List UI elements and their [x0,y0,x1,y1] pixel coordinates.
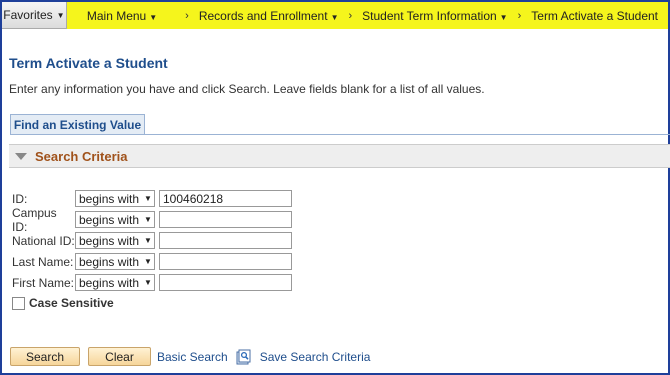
id-input[interactable] [159,190,292,207]
save-search-criteria-link[interactable]: Save Search Criteria [260,350,371,364]
basic-search-link[interactable]: Basic Search [157,350,228,364]
breadcrumb: Main Menu ▼ › Records and Enrollment ▼ › S… [66,2,668,29]
breadcrumb-separator-icon: › [185,9,189,22]
section-label: Search Criteria [35,148,128,164]
chevron-down-icon: ▼ [330,12,339,22]
case-sensitive-label: Case Sensitive [29,296,114,310]
field-label: ID: [12,191,28,206]
favorites-menu[interactable]: Favorites ▼ [2,2,67,29]
field-label: Campus ID: [12,205,57,234]
campus-id-input[interactable] [159,211,292,228]
breadcrumb-separator-icon: › [348,9,353,22]
tab-find-existing-value[interactable]: Find an Existing Value [10,114,145,135]
collapse-triangle-icon[interactable] [15,152,27,160]
favorites-label: Favorites [3,8,53,22]
chevron-down-icon: ▼ [499,12,508,22]
search-form: ID: begins with▼ Campus ID: begins with▼… [12,188,292,293]
chevron-down-icon: ▼ [149,12,158,22]
dropdown-arrow-icon: ▼ [144,257,152,266]
save-search-icon[interactable] [236,349,252,365]
tab-divider [10,134,670,135]
search-button[interactable]: Search [10,347,80,366]
operator-select[interactable]: begins with ▼ [75,190,155,207]
field-row-first-name: First Name: begins with ▼ [12,272,292,293]
breadcrumb-student-term-information[interactable]: Student Term Information ▼ [362,9,507,23]
chevron-down-icon: ▼ [56,10,65,20]
search-criteria-header[interactable]: Search Criteria [9,144,670,168]
dropdown-arrow-icon: ▼ [144,194,152,203]
dropdown-arrow-icon: ▼ [144,278,152,287]
page-title: Term Activate a Student [9,55,168,71]
operator-select[interactable]: begins with ▼ [75,253,155,270]
dropdown-arrow-icon: ▼ [144,215,152,224]
breadcrumb-records-and-enrollment[interactable]: Records and Enrollment ▼ [199,9,339,23]
field-label: First Name: [12,275,75,290]
national-id-input[interactable] [159,232,292,249]
field-label: National ID: [12,233,75,248]
last-name-input[interactable] [159,253,292,270]
breadcrumb-main-menu[interactable]: Main Menu ▼ [87,9,157,23]
breadcrumb-term-activate[interactable]: Term Activate a Student [531,9,658,23]
field-row-campus-id: Campus ID: begins with ▼ [12,206,292,234]
case-sensitive-checkbox[interactable] [12,296,25,310]
instructions-text: Enter any information you have and click… [9,82,485,96]
clear-button[interactable]: Clear [88,347,151,366]
case-sensitive-option: Case Sensitive [12,296,114,310]
breadcrumb-separator-icon: › [517,9,522,22]
action-bar: Search Clear Basic Search Save Search Cr… [10,347,370,366]
field-row-last-name: Last Name: begins with ▼ [12,251,292,272]
operator-select[interactable]: begins with ▼ [75,232,155,249]
operator-select[interactable]: begins with ▼ [75,274,155,291]
operator-select[interactable]: begins with ▼ [75,211,155,228]
field-row-national-id: National ID: begins with ▼ [12,230,292,251]
first-name-input[interactable] [159,274,292,291]
dropdown-arrow-icon: ▼ [144,236,152,245]
top-navigation: Favorites ▼ Main Menu ▼ › Records and Enr… [2,2,668,29]
field-label: Last Name: [12,254,74,269]
